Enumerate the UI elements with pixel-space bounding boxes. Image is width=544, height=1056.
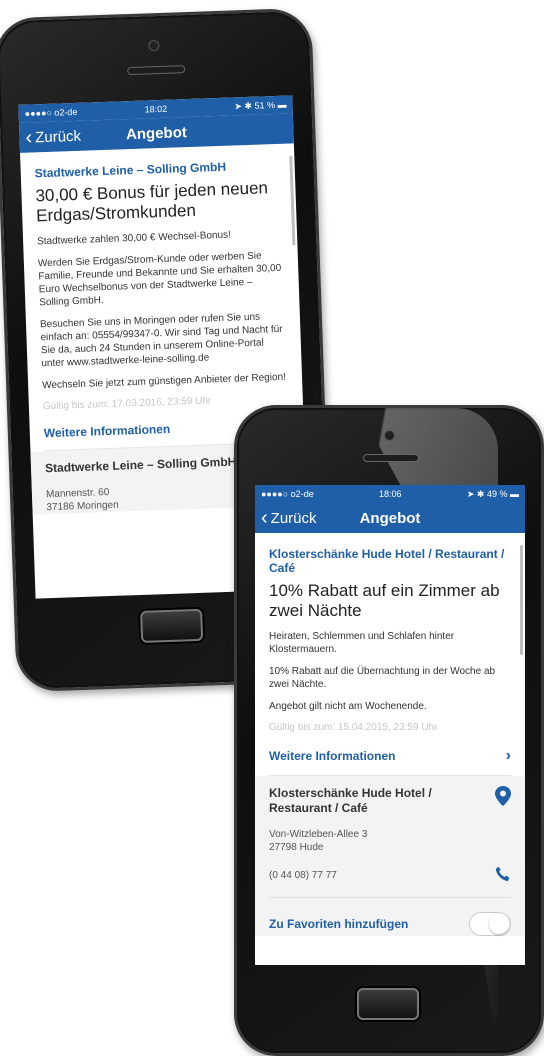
home-button[interactable] — [140, 608, 204, 643]
chevron-right-icon: › — [505, 746, 511, 764]
location-arrow-icon: ➤ — [466, 488, 475, 499]
battery-icon: ▬ — [277, 99, 287, 110]
navigation-bar: ‹ Zurück Angebot — [255, 503, 525, 533]
clock-label: 18:06 — [379, 489, 402, 499]
chevron-left-icon: ‹ — [261, 507, 268, 529]
battery-indicator: ➤ ✱ 49 % ▬ — [467, 489, 519, 500]
address-card: Klosterschänke Hude Hotel / Restaurant /… — [255, 775, 525, 936]
phone-number: (0 44 08) 77 77 — [269, 869, 337, 881]
offer-paragraph: Heiraten, Schlemmen und Schlafen hinter … — [269, 630, 455, 655]
battery-label: 49 % — [486, 488, 508, 499]
battery-icon: ▬ — [509, 488, 519, 499]
more-info-link[interactable]: Weitere Informationen › — [269, 745, 511, 776]
status-bar: ●●●●○ o2-de 18:06 ➤ ✱ 49 % ▬ — [255, 485, 525, 503]
clock-label: 18:02 — [144, 103, 168, 115]
earpiece-speaker — [363, 454, 419, 462]
provider-name: Stadtwerke Leine – Solling GmbH — [34, 159, 227, 181]
carrier-label: ●●●●○ o2-de — [261, 489, 314, 499]
map-pin-icon[interactable] — [495, 785, 511, 816]
scrollbar[interactable] — [520, 545, 523, 655]
front-camera — [148, 39, 160, 52]
offer-headline: 10% Rabatt auf ein Zimmer ab zwei Nächte — [269, 581, 500, 621]
offer-paragraph: Wechseln Sie jetzt zum günstigen Anbiete… — [41, 371, 287, 392]
front-camera — [384, 430, 395, 441]
add-favorite-label: Zu Favoriten hinzufügen — [269, 916, 409, 931]
offer-paragraph: Werden Sie Erdgas/Strom-Kunde oder werbe… — [37, 250, 282, 309]
validity-date: Gültig bis zum: 15.04.2015, 23:59 Uhr — [269, 721, 438, 733]
address-city: 27798 Hude — [269, 841, 324, 853]
phone-icon[interactable] — [495, 866, 511, 885]
address-name-text: Klosterschänke Hude Hotel / Restaurant /… — [269, 785, 432, 815]
battery-label: 51 % — [254, 99, 276, 111]
offer-paragraph: Stadtwerke zahlen 30,00 € Wechsel-Bonus! — [36, 229, 232, 248]
more-info-label: Weitere Informationen — [269, 748, 396, 763]
carrier-label: ●●●●○ o2-de — [24, 106, 78, 119]
app-screen: ●●●●○ o2-de 18:06 ➤ ✱ 49 % ▬ ‹ Zurück An… — [255, 485, 525, 965]
home-button[interactable] — [357, 988, 419, 1020]
more-info-label: Weitere Informationen — [43, 421, 171, 441]
address-name: Klosterschänke Hude Hotel / Restaurant /… — [269, 785, 511, 816]
offer-content: Stadtwerke Leine – Solling GmbH 30,00 € … — [20, 143, 304, 452]
back-label: Zurück — [270, 509, 317, 527]
phone-number-row[interactable]: (0 44 08) 77 77 — [269, 866, 511, 898]
favorite-toggle[interactable] — [469, 911, 511, 936]
back-button[interactable]: ‹ Zurück — [255, 508, 317, 528]
back-label: Zurück — [34, 127, 82, 146]
battery-indicator: ➤ ✱ 51 % ▬ — [234, 99, 287, 112]
back-button[interactable]: ‹ Zurück — [19, 126, 81, 148]
earpiece-speaker — [127, 65, 186, 76]
bluetooth-icon: ✱ — [476, 488, 485, 499]
favorites-row[interactable]: Zu Favoriten hinzufügen — [269, 898, 511, 936]
location-arrow-icon: ➤ — [234, 100, 243, 111]
validity-date: Gültig bis zum: 17.03.2016, 23:59 Uhr — [42, 395, 212, 413]
address-street: Von-Witzleben-Allee 3 — [269, 828, 368, 840]
offer-headline: 30,00 € Bonus für jeden neuen Erdgas/Str… — [35, 178, 269, 226]
phone-mockup-front: ●●●●○ o2-de 18:06 ➤ ✱ 49 % ▬ ‹ Zurück An… — [234, 405, 544, 1056]
chevron-left-icon: ‹ — [25, 126, 33, 149]
offer-paragraph: 10% Rabatt auf die Übernachtung in der W… — [269, 665, 496, 690]
offer-paragraph: Angebot gilt nicht am Wochenende. — [269, 700, 427, 712]
offer-content: Klosterschänke Hude Hotel / Restaurant /… — [255, 533, 525, 776]
offer-paragraph: Besuchen Sie uns in Moringen oder rufen … — [39, 311, 283, 370]
bluetooth-icon: ✱ — [244, 100, 253, 111]
address-name-text: Stadtwerke Leine – Solling GmbH — [44, 454, 237, 476]
provider-name: Klosterschänke Hude Hotel / Restaurant /… — [269, 547, 505, 575]
